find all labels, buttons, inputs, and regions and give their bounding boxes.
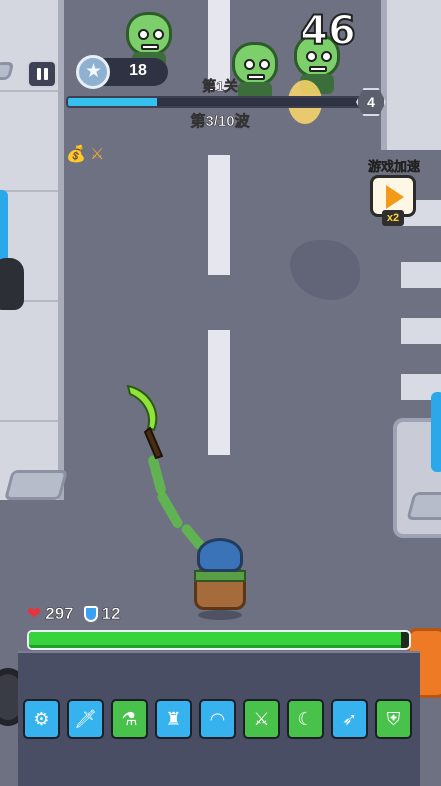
shield-icon [83,606,98,622]
weapon-slot[interactable]: ⚔ [243,699,280,739]
lantern-icon: ♜ [165,708,182,730]
gem-icon [76,55,110,89]
weapon-slot[interactable]: ♜ [155,699,192,739]
weapon-slot[interactable]: ⚙ [23,699,60,739]
play-icon [386,185,404,209]
weapon-slots: ⚙ 🗡 ⚗ ♜ ◠ ⚔ ☾ ➶ ⛨ [23,699,413,739]
hp-bar [27,630,411,650]
road-line [208,330,230,455]
gem-count: 18 [129,62,147,79]
wave-progress-fill [68,98,157,106]
rifle-icon: ➶ [341,708,358,730]
weapon-slot[interactable]: ⛨ [375,699,412,739]
crosswalk-stripe [401,318,441,344]
trash-bag [0,258,24,310]
weapon-slot[interactable]: ⚗ [111,699,148,739]
wave-progress-bar [66,96,366,108]
weapon-slot[interactable]: ☾ [287,699,324,739]
slash-trail [155,490,185,530]
sickle-weapon-projectile [126,384,164,460]
blue-post [0,190,8,266]
pause-button[interactable] [27,60,57,88]
spear-icon: ⚔ [253,708,270,730]
crosswalk-stripe [401,262,441,288]
rock [3,470,69,500]
player-character [190,538,250,620]
right-sidewalk [381,0,441,150]
dagger-icon: 🗡 [74,708,97,730]
player-stats: ❤ 297 12 [27,604,121,624]
heart-icon: ❤ [27,604,42,624]
money-bag-icon: 💰 [66,144,86,163]
sickle-icon: ☾ [297,708,314,730]
wave-text: 第3/10波 [190,113,250,131]
armor-icon: ⛨ [386,708,401,730]
boomerang-icon: ◠ [209,708,226,730]
hp-value: 297 [45,604,74,624]
speed-up-label: 游戏加速 [367,159,421,175]
score-counter: 46 [299,7,357,55]
armor-value: 12 [101,604,121,624]
weapon-buff-icon: ⚔ [90,144,105,163]
rock [406,492,441,520]
hp-bar-fill [29,632,402,648]
road-crack [290,240,360,300]
bottle-icon: ⚗ [121,708,138,730]
blue-post [431,392,441,472]
weapon-slot[interactable]: 🗡 [67,699,104,739]
road-line [208,155,230,275]
weapon-slot[interactable]: ◠ [199,699,236,739]
weapon-slot[interactable]: ➶ [331,699,368,739]
speed-multiplier: x2 [382,210,404,226]
gear-gun-icon: ⚙ [33,708,50,730]
level-title: 第1关 [202,78,238,95]
